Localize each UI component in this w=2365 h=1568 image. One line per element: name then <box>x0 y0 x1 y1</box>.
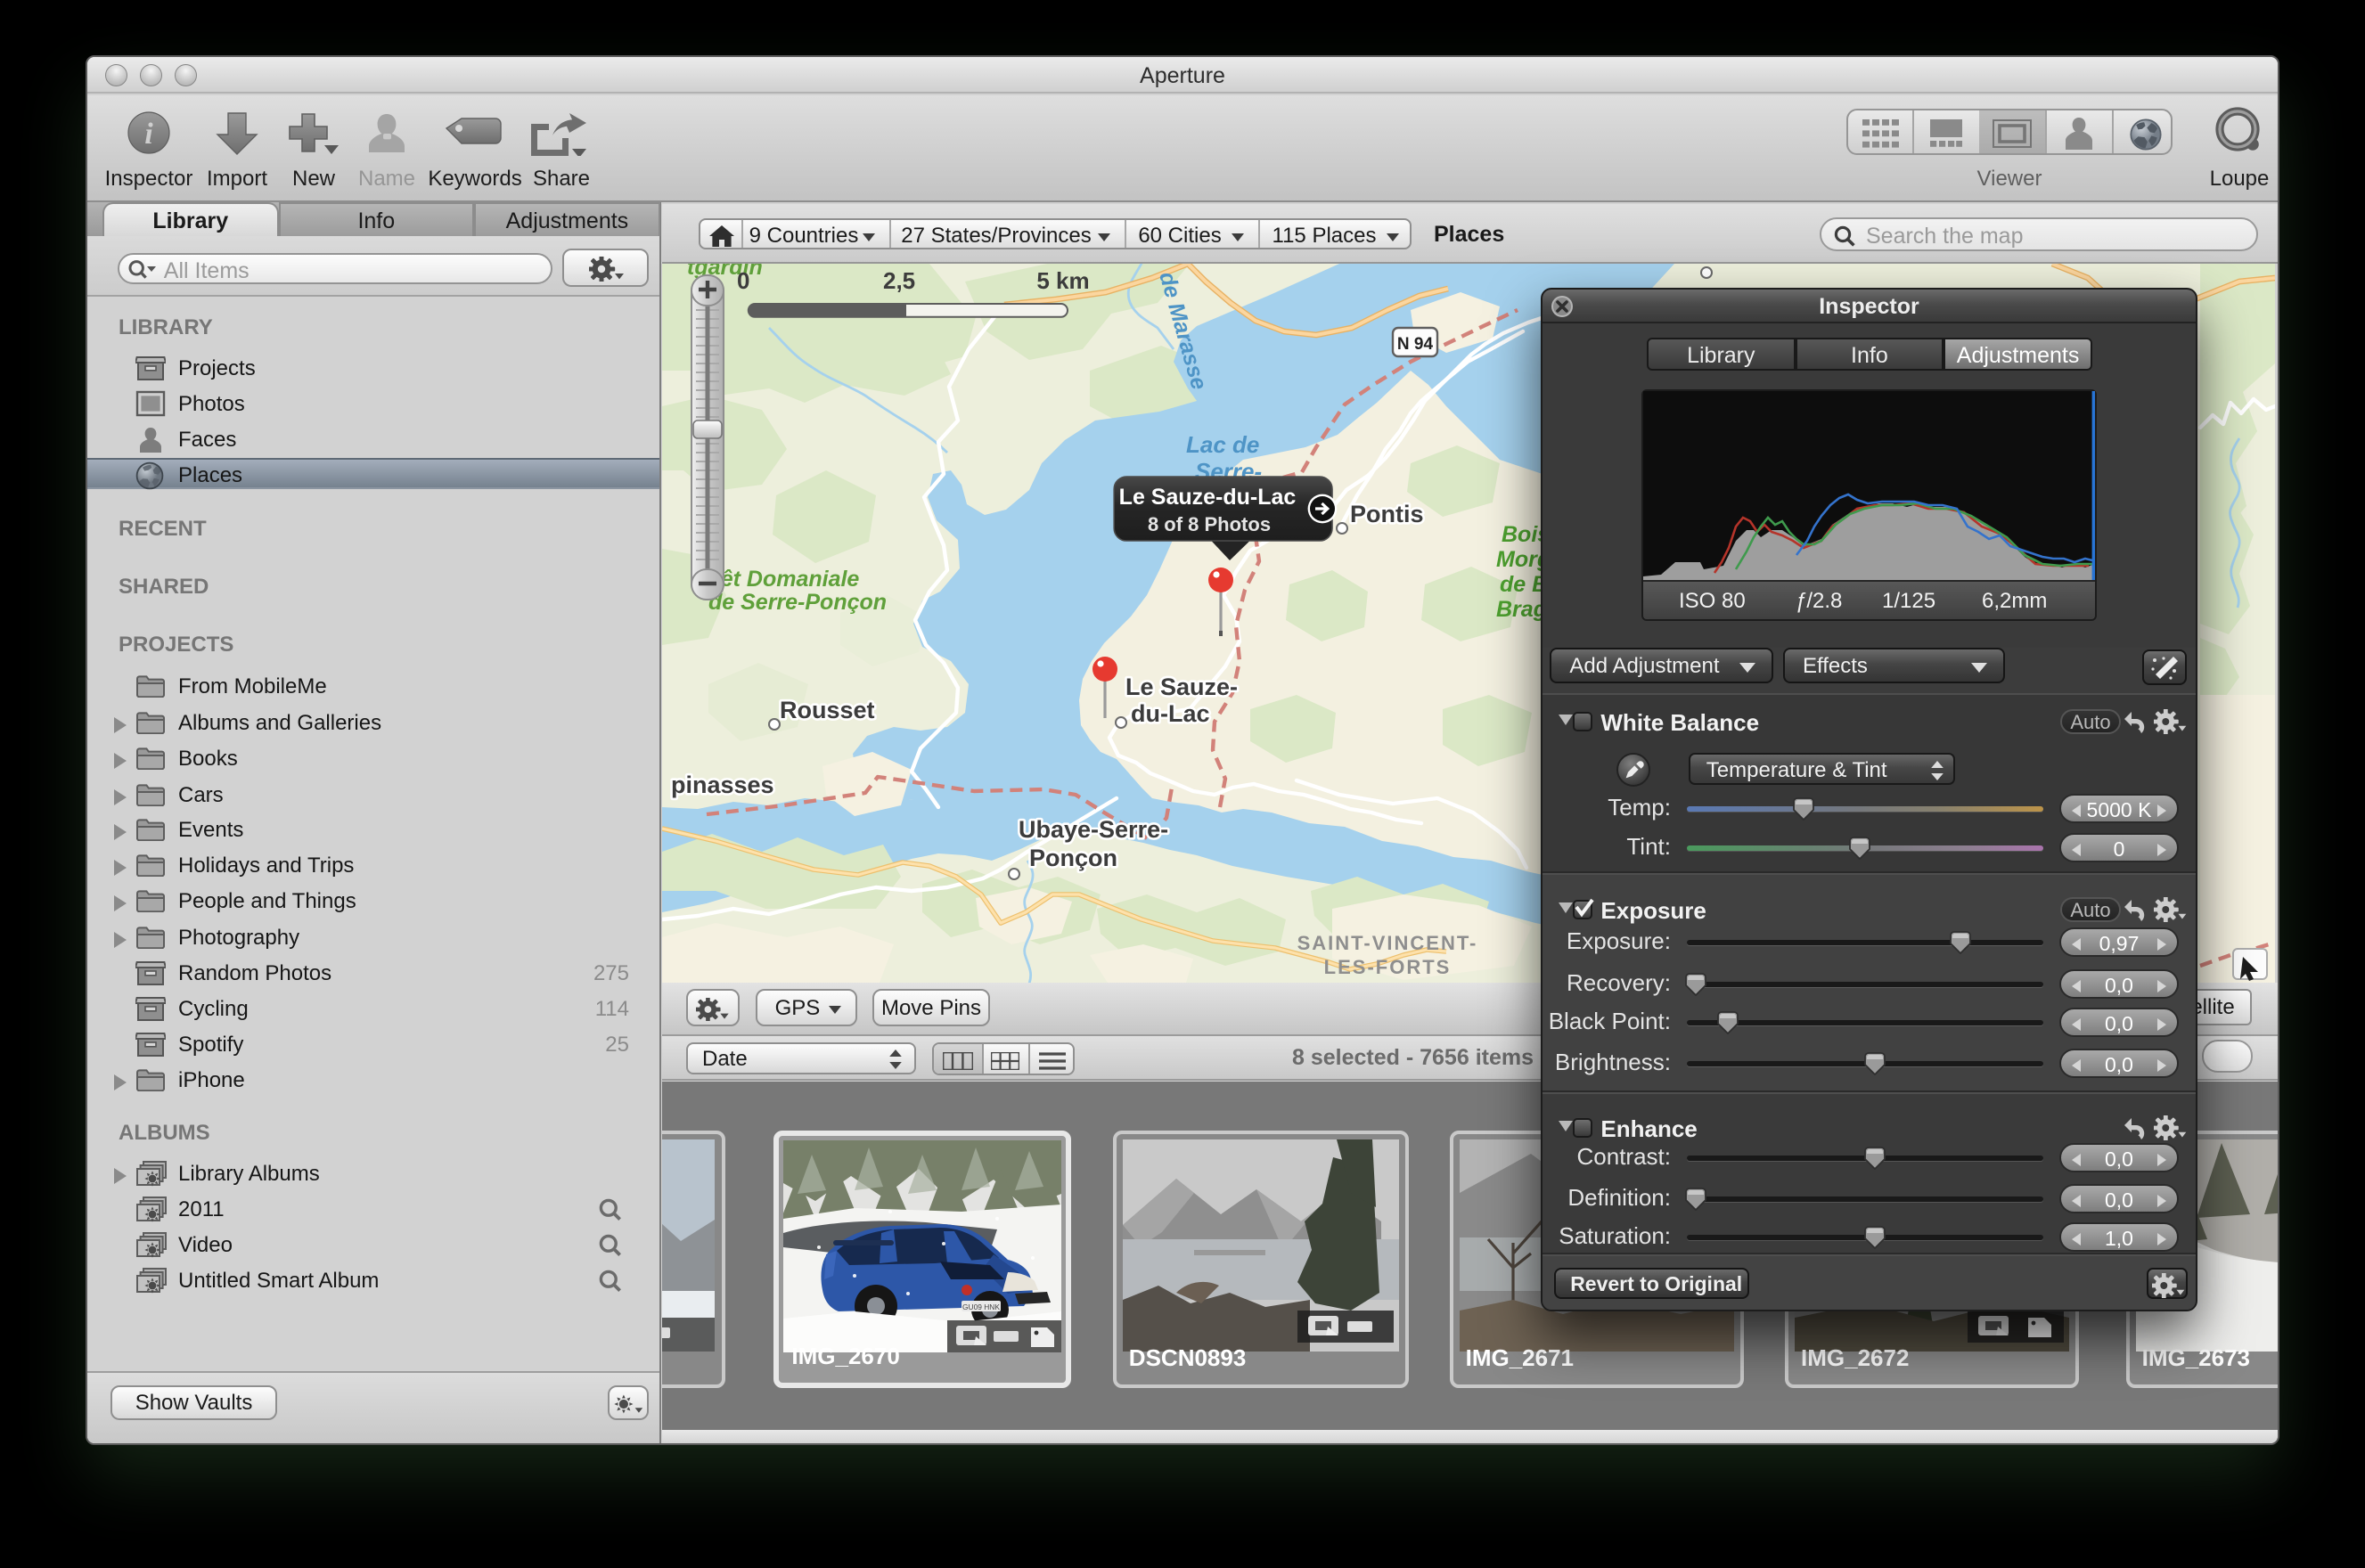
svg-text:GU09 HNK: GU09 HNK <box>962 1303 1000 1311</box>
svg-text:du-Lac: du-Lac <box>1131 700 1210 727</box>
svg-text:5 km: 5 km <box>1036 267 1089 294</box>
svg-text:rêt Domaniale: rêt Domaniale <box>712 567 859 592</box>
svg-text:Rousset: Rousset <box>780 697 875 723</box>
svg-text:Le Sauze-du-Lac: Le Sauze-du-Lac <box>1119 485 1297 510</box>
svg-text:de Serre-Ponçon: de Serre-Ponçon <box>708 590 887 615</box>
svg-text:LES-FORTS: LES-FORTS <box>1324 956 1452 978</box>
svg-text:Pontis: Pontis <box>1350 501 1424 527</box>
svg-text:2,5: 2,5 <box>883 267 915 294</box>
svg-text:N 94: N 94 <box>1397 335 1434 354</box>
svg-text:8 of 8 Photos: 8 of 8 Photos <box>1148 513 1271 535</box>
svg-text:Ponçon: Ponçon <box>1029 845 1117 871</box>
svg-text:Le Sauze-: Le Sauze- <box>1125 674 1238 700</box>
svg-text:pinasses: pinasses <box>671 772 774 798</box>
svg-text:Brag: Brag <box>1496 597 1547 622</box>
svg-text:i: i <box>144 118 153 151</box>
svg-text:SAINT-VINCENT-: SAINT-VINCENT- <box>1297 932 1478 954</box>
svg-text:0: 0 <box>737 267 749 294</box>
svg-text:Lac de: Lac de <box>1186 431 1259 458</box>
svg-text:Ubaye-Serre-: Ubaye-Serre- <box>1019 816 1168 843</box>
